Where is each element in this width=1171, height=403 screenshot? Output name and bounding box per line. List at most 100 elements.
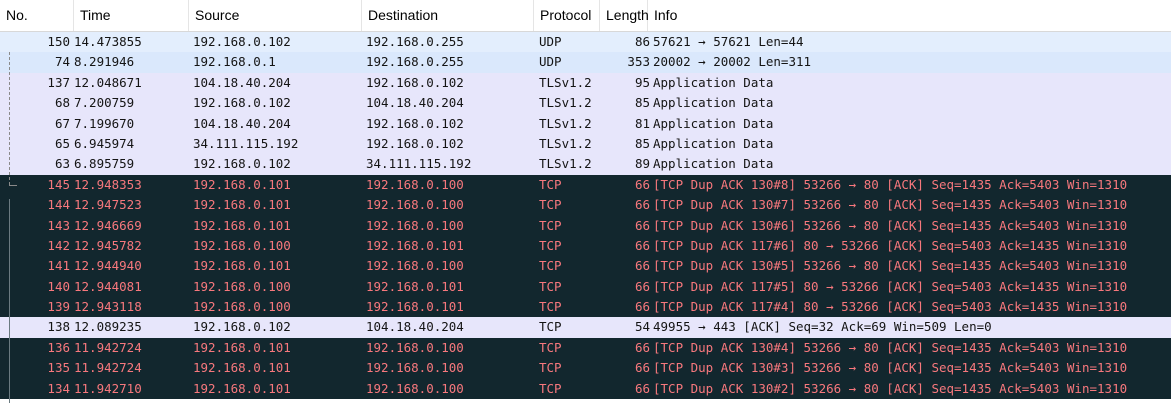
packet-row[interactable]: 139 12.943118 192.168.0.100 192.168.0.101 TC… <box>0 297 1171 318</box>
packet-protocol: TCP <box>539 258 562 274</box>
packet-destination: 104.18.40.204 <box>366 319 464 335</box>
packet-no: 150 <box>47 34 70 49</box>
column-header-no[interactable]: No. <box>0 0 74 31</box>
packet-destination: 34.111.115.192 <box>366 156 472 172</box>
packet-row[interactable]: 144 12.947523 192.168.0.101 192.168.0.100 TC… <box>0 195 1171 216</box>
packet-time: 12.944081 <box>74 278 142 294</box>
packet-row[interactable]: 138 12.089235 192.168.0.102 104.18.40.204 TC… <box>0 317 1171 338</box>
packet-row[interactable]: 137 12.048671 104.18.40.204 192.168.0.102 TL… <box>0 72 1171 94</box>
packet-no: 143 <box>47 217 70 233</box>
column-header-info-label: Info <box>654 7 678 23</box>
packet-info: 20002 → 20002 Len=311 <box>653 54 812 70</box>
packet-row[interactable]: 134 11.942710 192.168.0.101 192.168.0.100 TC… <box>0 378 1171 400</box>
packet-source: 192.168.0.102 <box>193 319 291 335</box>
packet-row[interactable]: 67 7.199670 104.18.40.204 192.168.0.102 TLSv… <box>0 113 1171 134</box>
packet-no: 137 <box>47 74 70 90</box>
packet-source: 192.168.0.101 <box>193 339 291 355</box>
column-header-info[interactable]: Info <box>648 0 1171 31</box>
packet-time: 12.947523 <box>74 197 142 213</box>
packet-info: 57621 → 57621 Len=44 <box>653 34 804 49</box>
packet-protocol: TCP <box>539 237 562 253</box>
packet-info: [TCP Dup ACK 130#5] 53266 → 80 [ACK] Seq… <box>653 258 1128 274</box>
packet-no: 74 <box>54 54 70 70</box>
packet-protocol: UDP <box>539 54 562 70</box>
column-header-source[interactable]: Source <box>189 0 362 31</box>
packet-info: [TCP Dup ACK 130#4] 53266 → 80 [ACK] Seq… <box>653 339 1128 355</box>
packet-protocol: TLSv1.2 <box>539 156 592 172</box>
packet-time: 12.089235 <box>74 319 142 335</box>
packet-destination: 192.168.0.101 <box>366 278 464 294</box>
packet-time: 7.200759 <box>74 95 135 111</box>
packet-destination: 192.168.0.100 <box>366 360 464 376</box>
packet-row[interactable]: 142 12.945782 192.168.0.100 192.168.0.101 TC… <box>0 235 1171 257</box>
packet-source: 192.168.0.100 <box>193 299 291 315</box>
packet-no: 135 <box>47 360 70 376</box>
packet-info: Application Data <box>653 156 774 172</box>
packet-time: 8.291946 <box>74 54 135 70</box>
column-header-time[interactable]: Time <box>74 0 189 31</box>
packet-info: Application Data <box>653 135 774 151</box>
packet-row[interactable]: 68 7.200759 192.168.0.102 104.18.40.204 TLSv… <box>0 93 1171 114</box>
packet-no: 68 <box>54 95 70 111</box>
packet-info: Application Data <box>653 115 774 131</box>
packet-length: 85 <box>634 95 650 111</box>
column-header-length[interactable]: Length <box>600 0 649 31</box>
packet-protocol: UDP <box>539 34 562 49</box>
packet-destination: 192.168.0.100 <box>366 258 464 274</box>
packet-source: 192.168.0.102 <box>193 156 291 172</box>
packet-row[interactable]: 65 6.945974 34.111.115.192 192.168.0.102 TLS… <box>0 133 1171 155</box>
related-packet-line <box>9 199 10 403</box>
packet-source: 192.168.0.102 <box>193 34 291 49</box>
packet-time: 14.473855 <box>74 34 142 49</box>
packet-time: 12.943118 <box>74 299 142 315</box>
packet-destination: 192.168.0.102 <box>366 135 464 151</box>
column-header-protocol[interactable]: Protocol ⌄ <box>534 0 600 31</box>
packet-length: 95 <box>634 74 650 90</box>
packet-protocol: TCP <box>539 360 562 376</box>
packet-source: 192.168.0.1 <box>193 54 276 70</box>
packet-length: 66 <box>634 380 650 396</box>
packet-row[interactable]: 143 12.946669 192.168.0.101 192.168.0.100 TC… <box>0 215 1171 236</box>
packet-no: 138 <box>47 319 70 335</box>
packet-protocol: TCP <box>539 197 562 213</box>
packet-length: 353 <box>627 54 650 70</box>
packet-destination: 192.168.0.100 <box>366 339 464 355</box>
packet-time: 12.945782 <box>74 237 142 253</box>
packet-length: 81 <box>634 115 650 131</box>
packet-no: 142 <box>47 237 70 253</box>
packet-time: 11.942710 <box>74 380 142 396</box>
packet-row[interactable]: 150 14.473855 192.168.0.102 192.168.0.255 UD… <box>0 32 1171 53</box>
related-packet-tick <box>9 185 17 186</box>
packet-no: 140 <box>47 278 70 294</box>
packet-row[interactable]: 63 6.895759 192.168.0.102 34.111.115.192 TLS… <box>0 154 1171 175</box>
packet-no: 136 <box>47 339 70 355</box>
packet-protocol: TLSv1.2 <box>539 95 592 111</box>
packet-no: 67 <box>54 115 70 131</box>
column-header-length-label: Length <box>606 7 649 23</box>
packet-info: [TCP Dup ACK 117#5] 80 → 53266 [ACK] Seq… <box>653 278 1128 294</box>
packet-list-header: No. Time Source Destination Protocol ⌄ L… <box>0 0 1171 32</box>
packet-row[interactable]: 141 12.944940 192.168.0.101 192.168.0.100 TC… <box>0 256 1171 277</box>
packet-protocol: TCP <box>539 278 562 294</box>
packet-source: 192.168.0.100 <box>193 237 291 253</box>
packet-row[interactable]: 135 11.942724 192.168.0.101 192.168.0.100 TC… <box>0 358 1171 379</box>
packet-source: 104.18.40.204 <box>193 74 291 90</box>
packet-protocol: TLSv1.2 <box>539 74 592 90</box>
packet-length: 66 <box>634 197 650 213</box>
packet-destination: 192.168.0.100 <box>366 176 464 192</box>
column-header-destination[interactable]: Destination <box>362 0 534 31</box>
packet-row[interactable]: 140 12.944081 192.168.0.100 192.168.0.101 TC… <box>0 276 1171 298</box>
packet-source: 192.168.0.101 <box>193 176 291 192</box>
packet-destination: 192.168.0.102 <box>366 74 464 90</box>
packet-row[interactable]: 145 12.948353 192.168.0.101 192.168.0.100 TC… <box>0 174 1171 196</box>
packet-row[interactable]: 74 8.291946 192.168.0.1 192.168.0.255 UDP 353… <box>0 52 1171 73</box>
packet-destination: 192.168.0.100 <box>366 380 464 396</box>
packet-info: [TCP Dup ACK 117#6] 80 → 53266 [ACK] Seq… <box>653 237 1128 253</box>
packet-time: 12.948353 <box>74 176 142 192</box>
packet-length: 66 <box>634 299 650 315</box>
packet-source: 192.168.0.102 <box>193 95 291 111</box>
packet-info: [TCP Dup ACK 130#6] 53266 → 80 [ACK] Seq… <box>653 217 1128 233</box>
packet-length: 66 <box>634 176 650 192</box>
packet-protocol: TCP <box>539 176 562 192</box>
packet-row[interactable]: 136 11.942724 192.168.0.101 192.168.0.100 TC… <box>0 337 1171 359</box>
